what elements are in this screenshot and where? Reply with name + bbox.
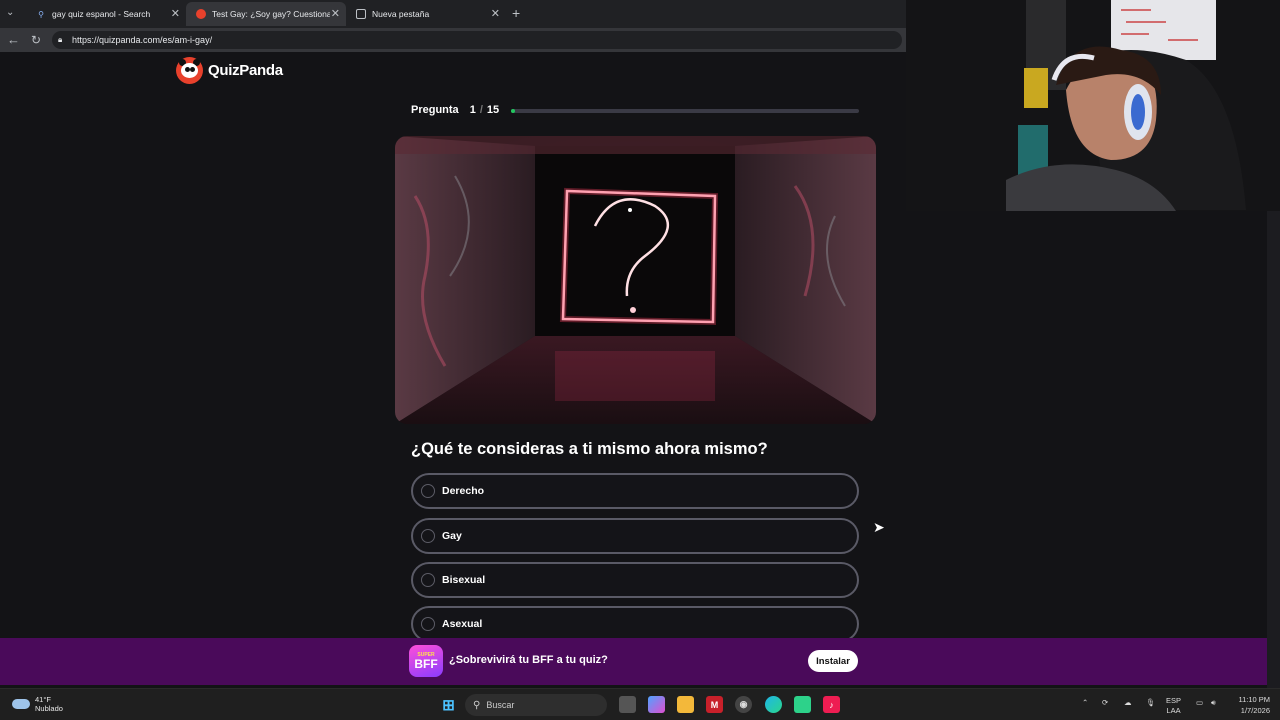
taskbar: 41°F Nublado ⊞ ⚲ Buscar M ◉ ♪ ⌃ ⟳ ☁︎ 🎙︎ … — [0, 688, 1280, 720]
radio-button[interactable] — [421, 484, 435, 498]
radio-button[interactable] — [421, 617, 435, 631]
keyboard-layout: LAA — [1166, 706, 1181, 715]
app-icon[interactable] — [794, 696, 811, 713]
current-question: 1 — [469, 104, 476, 116]
search-icon: ⚲ — [473, 699, 481, 711]
copilot-icon[interactable] — [648, 696, 665, 713]
answer-label: Gay — [442, 530, 462, 542]
counter-separator: / — [479, 104, 483, 116]
question-counter: Pregunta 1 / 15 — [411, 104, 499, 116]
super-bff-app-icon: SUPER BFF — [409, 645, 443, 677]
install-button[interactable]: Instalar — [808, 650, 858, 672]
file-explorer-icon[interactable] — [677, 696, 694, 713]
radio-button[interactable] — [421, 529, 435, 543]
reload-icon[interactable]: ↻ — [31, 32, 41, 48]
onedrive-icon[interactable]: ☁︎ — [1124, 698, 1132, 708]
answer-option[interactable]: Gay — [411, 518, 859, 554]
page-icon — [356, 9, 366, 19]
banner-text: ¿Sobrevivirá tu BFF a tu quiz? — [449, 654, 608, 666]
search-icon: ⚲ — [38, 9, 44, 19]
logo-text: QuizPanda — [208, 62, 283, 79]
close-icon[interactable]: ✕ — [171, 7, 180, 20]
panda-logo-icon — [176, 57, 203, 84]
task-view-icon[interactable] — [619, 696, 636, 713]
close-icon[interactable]: ✕ — [331, 7, 340, 20]
radio-button[interactable] — [421, 573, 435, 587]
taskbar-search[interactable]: ⚲ Buscar — [465, 694, 607, 716]
clock-date: 1/7/2026 — [1240, 706, 1270, 715]
answer-label: Derecho — [442, 485, 485, 497]
language-code: ESP — [1166, 696, 1182, 705]
search-placeholder: Buscar — [486, 700, 515, 710]
address-bar: ← ↻ 🔒︎ https://quizpanda.com/es/am-i-gay… — [0, 28, 906, 52]
question-label: Pregunta — [411, 104, 459, 116]
webcam-overlay — [906, 0, 1280, 211]
tab-bar: ⌄ ⚲ gay quiz espanol - Search ✕ Test Gay… — [0, 0, 906, 28]
volume-icon[interactable]: 🔊︎ — [1211, 698, 1216, 708]
answer-option[interactable]: Bisexual — [411, 562, 859, 598]
panda-favicon-icon — [196, 9, 206, 19]
tab-list-chevron-icon[interactable]: ⌄ — [6, 7, 14, 18]
weather-widget[interactable]: 41°F Nublado — [12, 695, 63, 713]
site-info-icon[interactable]: 🔒︎ — [58, 31, 62, 49]
clock[interactable]: 11:10 PM 1/7/2026 — [1228, 694, 1270, 716]
progress-bar — [511, 109, 859, 113]
close-icon[interactable]: ✕ — [491, 7, 500, 20]
tab-label: Test Gay: ¿Soy gay? Cuestionario | — [212, 9, 330, 19]
mcafee-icon[interactable]: M — [706, 696, 723, 713]
tab-quizpanda[interactable]: Test Gay: ¿Soy gay? Cuestionario | ✕ — [186, 2, 346, 26]
tab-search[interactable]: ⚲ gay quiz espanol - Search ✕ — [26, 2, 186, 26]
edge-browser-icon[interactable] — [765, 696, 782, 713]
network-icon[interactable]: ▭ — [1196, 698, 1203, 708]
new-tab-plus-icon[interactable]: + — [512, 5, 520, 21]
sync-icon[interactable]: ⟳ — [1102, 698, 1108, 708]
answer-option[interactable]: Asexual — [411, 606, 859, 642]
weather-temp: 41°F — [35, 695, 51, 704]
language-indicator[interactable]: ESP LAA — [1166, 696, 1181, 716]
clock-time: 11:10 PM — [1238, 695, 1270, 704]
tab-label: Nueva pestaña — [372, 9, 430, 19]
tiktok-icon[interactable]: ♪ — [823, 696, 840, 713]
cloud-icon — [12, 699, 30, 709]
site-logo[interactable]: QuizPanda — [176, 57, 283, 84]
question-text: ¿Qué te consideras a ti mismo ahora mism… — [411, 440, 768, 458]
tab-label: gay quiz espanol - Search — [52, 9, 151, 19]
app-icon-main-text: BFF — [414, 657, 438, 671]
windows-start-icon[interactable]: ⊞ — [440, 696, 457, 714]
question-image — [395, 136, 876, 424]
obs-icon[interactable]: ◉ — [735, 696, 752, 713]
url-field[interactable]: 🔒︎ https://quizpanda.com/es/am-i-gay/ — [52, 31, 902, 49]
progress-fill — [511, 109, 515, 113]
back-arrow-icon[interactable]: ← — [7, 32, 20, 48]
answer-option[interactable]: Derecho — [411, 473, 859, 509]
answer-label: Bisexual — [442, 574, 486, 586]
weather-condition: Nublado — [35, 704, 63, 713]
answer-label: Asexual — [442, 618, 483, 630]
mouse-cursor-icon: ➤ — [873, 519, 885, 535]
chevron-up-icon[interactable]: ⌃ — [1082, 698, 1088, 708]
tab-new-tab[interactable]: Nueva pestaña ✕ — [346, 2, 506, 26]
total-questions: 15 — [486, 104, 500, 116]
url-text: https://quizpanda.com/es/am-i-gay/ — [72, 35, 213, 45]
microphone-icon[interactable]: 🎙︎ — [1146, 698, 1156, 708]
promo-banner: SUPER BFF ¿Sobrevivirá tu BFF a tu quiz?… — [0, 638, 1267, 685]
